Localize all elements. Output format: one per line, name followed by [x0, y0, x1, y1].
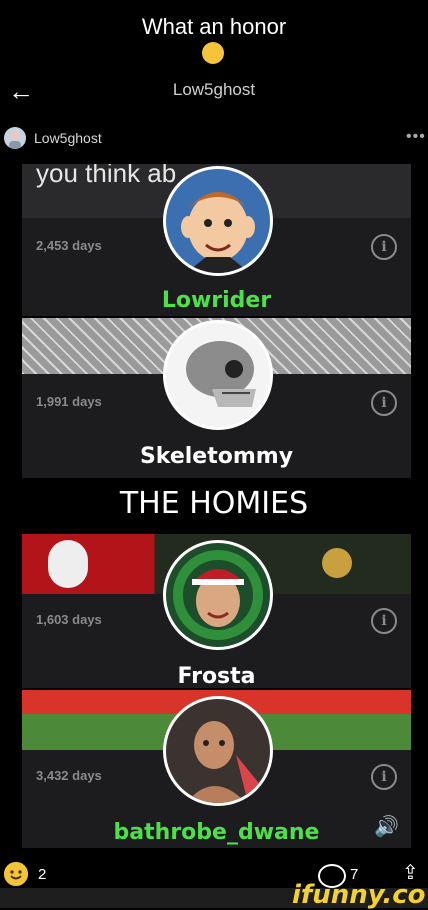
- info-icon[interactable]: i: [371, 234, 397, 260]
- avatar: [163, 696, 273, 806]
- avatar[interactable]: [4, 127, 26, 149]
- avatar: [163, 166, 273, 276]
- ornament-decoration: [322, 548, 352, 578]
- info-icon[interactable]: i: [371, 764, 397, 790]
- days-count: 1,603 days: [36, 612, 102, 627]
- speaker-icon[interactable]: 🔊: [374, 814, 399, 839]
- friend-name: bathrobe_dwane: [113, 820, 320, 845]
- avatar: [163, 540, 273, 650]
- friend-name: Skeletommy: [139, 444, 294, 469]
- pleading-face-icon: [202, 42, 224, 64]
- caption-fragment: you think ab: [36, 164, 177, 188]
- days-count: 3,432 days: [36, 768, 102, 783]
- friend-name: Frosta: [177, 664, 256, 688]
- days-count: 1,991 days: [36, 394, 102, 409]
- info-icon[interactable]: i: [371, 390, 397, 416]
- post-title: What an honor: [141, 14, 287, 39]
- post-username[interactable]: Low5ghost: [34, 130, 102, 146]
- ifunny-logo: ifunny.co: [292, 880, 426, 910]
- info-icon[interactable]: i: [371, 608, 397, 634]
- smile-count: 2: [38, 866, 47, 883]
- header-username[interactable]: Low5ghost: [0, 80, 428, 100]
- days-count: 2,453 days: [36, 238, 102, 253]
- banner-decoration: [48, 540, 88, 588]
- smile-icon[interactable]: [4, 862, 28, 886]
- section-title: THE HOMIES: [119, 486, 309, 521]
- avatar: [163, 320, 273, 430]
- friend-name: Lowrider: [161, 288, 272, 313]
- more-options-icon[interactable]: •••: [406, 128, 426, 146]
